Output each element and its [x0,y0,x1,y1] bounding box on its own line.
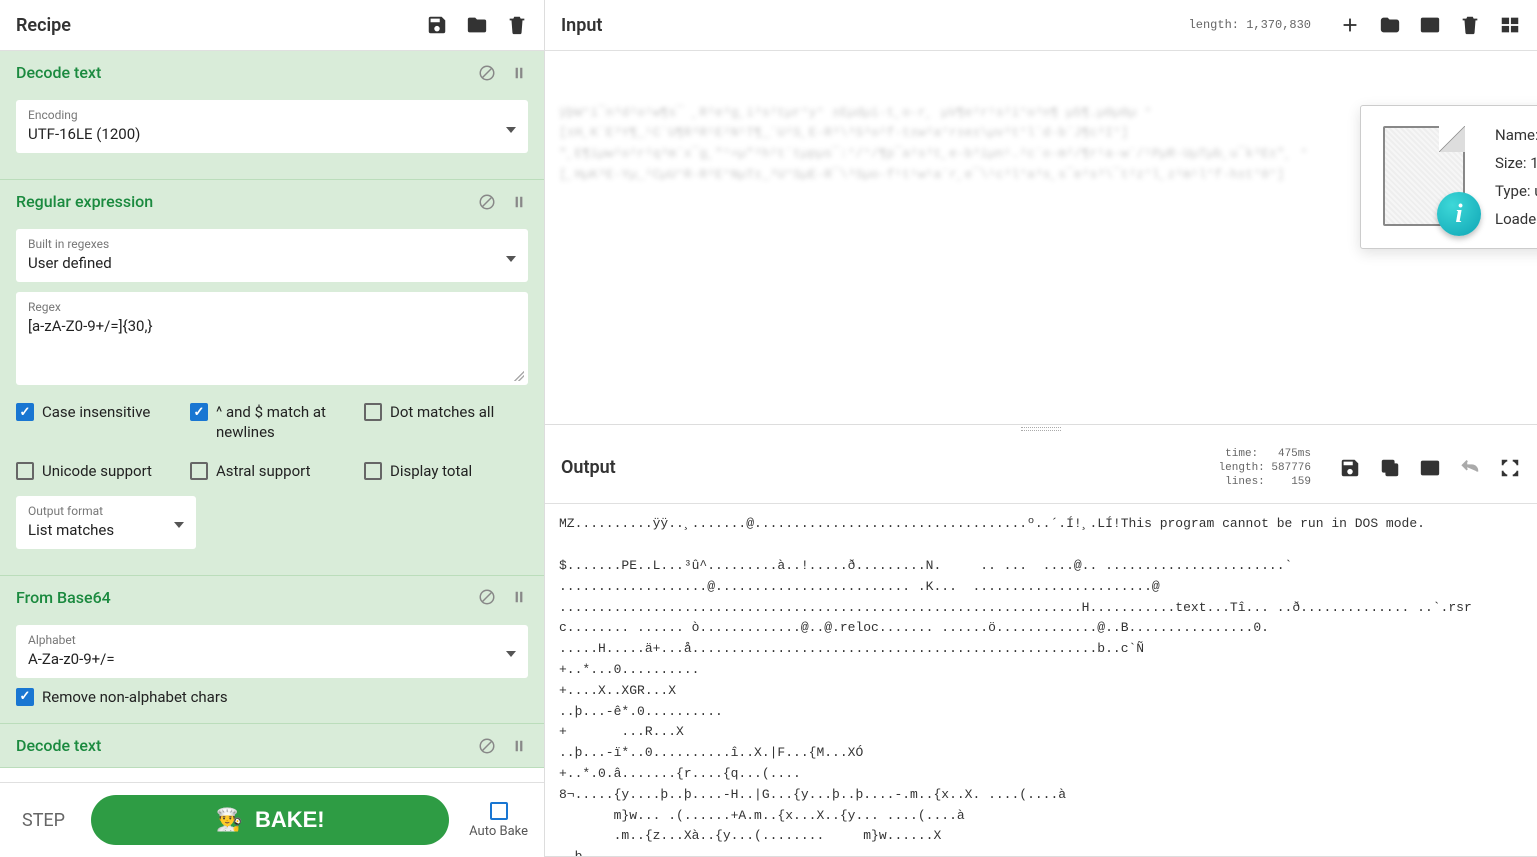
field-value: List matches [28,521,184,539]
check-case-insensitive[interactable]: Case insensitive [16,403,180,442]
bake-button[interactable]: 👨‍🍳 BAKE! [91,795,449,845]
io-divider[interactable] [545,425,1537,433]
reset-layout-icon[interactable] [1499,14,1521,36]
checkbox-icon [490,802,508,820]
right-panel: Input length: 1,370,830 ÿþW°i¯n³d²o¹w¶s¯… [545,0,1537,857]
disable-icon[interactable] [478,193,496,211]
clear-input-icon[interactable] [1459,14,1481,36]
pause-icon[interactable] [510,64,528,82]
disable-icon[interactable] [478,737,496,755]
encoding-select[interactable]: Encoding UTF-16LE (1200) [16,100,528,153]
open-folder-icon[interactable] [1379,14,1401,36]
maximize-icon[interactable] [1499,457,1521,479]
save-icon[interactable] [426,14,448,36]
bake-label: BAKE! [255,807,325,833]
checkbox-icon [16,462,34,480]
check-display-total[interactable]: Display total [364,462,528,482]
output-section: Output time: 475ms length: 587776 lines:… [545,433,1537,857]
auto-bake-label: Auto Bake [469,824,528,839]
builtin-regex-select[interactable]: Built in regexes User defined [16,229,528,282]
file-illustration: i [1371,122,1481,232]
popup-size: Size: 1,370,830 bytes [1495,154,1537,172]
regex-input[interactable]: Regex [a-zA-Z0-9+/=]{30,} [16,292,528,385]
info-badge-icon: i [1437,192,1481,236]
checkbox-icon [190,462,208,480]
op-regex: Regular expression Built in regexes User… [0,180,544,576]
disable-icon[interactable] [478,64,496,82]
pause-icon[interactable] [510,737,528,755]
copy-output-icon[interactable] [1379,457,1401,479]
folder-icon[interactable] [466,14,488,36]
popup-loaded: Loaded: 100% [1495,210,1537,228]
recipe-panel: Recipe Decode text Encodin [0,0,545,857]
output-title: Output [561,457,616,478]
input-length-meta: length: 1,370,830 [1189,18,1311,32]
undo-icon[interactable] [1459,457,1481,479]
field-value: A-Za-z0-9+/= [28,650,516,668]
op-decode-text-1: Decode text Encoding UTF-16LE (1200) [0,51,544,180]
op-from-base64: From Base64 Alphabet A-Za-z0-9+/= Remove… [0,576,544,725]
chef-icon: 👨‍🍳 [216,807,243,833]
step-button[interactable]: STEP [16,800,71,841]
check-caret-dollar[interactable]: ^ and $ match at newlines [190,403,354,442]
save-output-icon[interactable] [1339,457,1361,479]
field-label: Encoding [28,108,516,122]
pause-icon[interactable] [510,193,528,211]
alphabet-select[interactable]: Alphabet A-Za-z0-9+/= [16,625,528,678]
output-editor[interactable]: MZ..........ÿÿ..¸.......@...............… [545,504,1537,856]
checkbox-icon [16,403,34,421]
add-tab-icon[interactable] [1339,14,1361,36]
op-title: From Base64 [16,588,111,607]
replace-input-icon[interactable] [1419,457,1441,479]
trash-icon[interactable] [506,14,528,36]
field-label: Built in regexes [28,237,516,251]
auto-bake-toggle[interactable]: Auto Bake [469,802,528,839]
check-astral[interactable]: Astral support [190,462,354,482]
output-format-select[interactable]: Output format List matches [16,496,196,549]
checkbox-icon [364,403,382,421]
input-title: Input [561,15,602,36]
field-label: Alphabet [28,633,516,647]
check-dot-all[interactable]: Dot matches all [364,403,528,442]
output-header: Output time: 475ms length: 587776 lines:… [545,433,1537,505]
op-title: Decode text [16,63,101,82]
popup-type: Type: unknown [1495,182,1537,200]
field-label: Output format [28,504,184,518]
field-value: User defined [28,254,516,272]
recipe-body: Decode text Encoding UTF-16LE (1200) R [0,51,544,782]
op-decode-text-2: Decode text [0,724,544,768]
field-value: UTF-16LE (1200) [28,125,516,143]
input-header: Input length: 1,370,830 [545,0,1537,51]
output-meta: time: 475ms length: 587776 lines: 159 [1219,447,1311,490]
checkbox-icon [364,462,382,480]
file-info-popup: × i Name: acfbbcbefecadce.reg Size: 1,37… [1360,105,1537,249]
op-title: Regular expression [16,192,153,211]
disable-icon[interactable] [478,588,496,606]
checkbox-icon [16,688,34,706]
op-title: Decode text [16,736,101,755]
checkbox-icon [190,403,208,421]
field-value: [a-zA-Z0-9+/=]{30,} [28,317,516,335]
field-label: Regex [28,300,516,314]
recipe-header: Recipe [0,0,544,51]
recipe-title: Recipe [16,15,71,36]
open-file-icon[interactable] [1419,14,1441,36]
check-unicode[interactable]: Unicode support [16,462,180,482]
popup-name: Name: acfbbcbefecadce.reg [1495,126,1537,144]
check-remove-non-alpha[interactable]: Remove non-alphabet chars [16,688,528,708]
pause-icon[interactable] [510,588,528,606]
bake-bar: STEP 👨‍🍳 BAKE! Auto Bake [0,782,544,857]
